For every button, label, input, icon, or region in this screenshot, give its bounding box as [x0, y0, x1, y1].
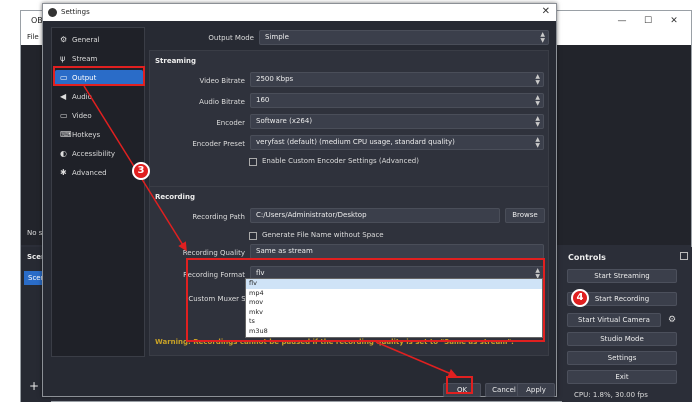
spin-arrows-icon[interactable]: ▲ ▼ — [535, 73, 540, 86]
sidebar-item-audio[interactable]: ◀ Audio — [55, 89, 143, 105]
step-3-marker: 3 — [132, 162, 150, 180]
audio-bitrate-select[interactable]: 160 ▲ ▼ — [250, 93, 544, 108]
streaming-section: Streaming Video Bitrate 2500 Kbps ▲ ▼ Aud… — [149, 50, 549, 190]
exit-button[interactable]: Exit — [567, 370, 677, 384]
encoder-label: Encoder — [216, 119, 245, 127]
encoder-select[interactable]: Software (x264) ▲ ▼ — [250, 114, 544, 129]
sidebar-item-video[interactable]: ▭ Video — [55, 108, 143, 124]
custom-encoder-checkbox[interactable] — [249, 158, 257, 166]
add-scene-button[interactable]: + — [29, 379, 39, 393]
encoder-preset-value: veryfast (default) (medium CPU usage, st… — [256, 138, 455, 146]
annotation-box-output — [53, 66, 145, 86]
video-bitrate-spinbox[interactable]: 2500 Kbps ▲ ▼ — [250, 72, 544, 87]
studio-mode-button[interactable]: Studio Mode — [567, 332, 677, 346]
controls-title: Controls — [568, 253, 606, 262]
sidebar-item-label: Stream — [72, 55, 98, 63]
browse-button[interactable]: Browse — [505, 208, 545, 223]
sidebar-item-stream[interactable]: ψ Stream — [55, 51, 143, 67]
updown-arrows-icon: ▲ ▼ — [535, 115, 540, 128]
recording-path-label: Recording Path — [192, 213, 245, 221]
controls-dock: Controls Start Streaming Start Recording… — [562, 247, 692, 402]
encoder-preset-select[interactable]: veryfast (default) (medium CPU usage, st… — [250, 135, 544, 150]
encoder-value: Software (x264) — [256, 117, 313, 125]
sidebar-item-general[interactable]: ⚙ General — [55, 32, 143, 48]
settings-button[interactable]: Settings — [567, 351, 677, 365]
updown-arrows-icon: ▲ ▼ — [540, 31, 545, 44]
recording-quality-value: Same as stream — [256, 247, 313, 255]
sidebar-item-label: General — [72, 36, 100, 44]
sidebar-item-label: Accessibility — [72, 150, 116, 158]
wrench-icon: ✱ — [60, 168, 67, 177]
annotation-box-recording-format — [186, 258, 545, 342]
start-virtual-camera-button[interactable]: Start Virtual Camera — [567, 313, 661, 327]
display-icon: ▭ — [60, 111, 68, 120]
output-mode-value: Simple — [265, 33, 289, 41]
sidebar-item-advanced[interactable]: ✱ Advanced — [55, 165, 143, 181]
apply-button[interactable]: Apply — [517, 383, 555, 397]
video-bitrate-value: 2500 Kbps — [256, 75, 294, 83]
recording-quality-label: Recording Quality — [182, 249, 245, 257]
recording-path-input[interactable]: C:/Users/Administrator/Desktop — [250, 208, 500, 223]
virtual-camera-gear-icon[interactable]: ⚙ — [665, 313, 679, 327]
sidebar-item-hotkeys[interactable]: ⌨ Hotkeys — [55, 127, 143, 143]
sidebar-item-label: Audio — [72, 93, 92, 101]
maximize-icon[interactable]: ☐ — [635, 14, 661, 28]
custom-encoder-label: Enable Custom Encoder Settings (Advanced… — [262, 157, 419, 165]
recording-quality-select[interactable]: Same as stream — [250, 244, 544, 259]
recording-section-title: Recording — [155, 193, 195, 201]
step-4-marker: 4 — [571, 289, 589, 307]
close-icon[interactable]: ✕ — [661, 14, 687, 28]
generate-name-label: Generate File Name without Space — [262, 231, 384, 239]
obs-logo-icon — [48, 8, 57, 17]
streaming-section-title: Streaming — [155, 57, 196, 65]
updown-arrows-icon: ▲ ▼ — [535, 136, 540, 149]
output-mode-select[interactable]: Simple ▲ ▼ — [259, 30, 549, 45]
encoder-preset-label: Encoder Preset — [192, 140, 245, 148]
video-bitrate-label: Video Bitrate — [199, 77, 245, 85]
accessibility-icon: ◐ — [60, 149, 67, 158]
audio-bitrate-label: Audio Bitrate — [199, 98, 245, 106]
gear-icon: ⚙ — [60, 35, 68, 44]
dialog-close-icon[interactable]: ✕ — [542, 6, 550, 17]
antenna-icon: ψ — [60, 54, 66, 63]
sidebar-item-label: Video — [72, 112, 92, 120]
sidebar-item-label: Advanced — [72, 169, 107, 177]
keyboard-icon: ⌨ — [60, 130, 72, 139]
dialog-titlebar: Settings ✕ — [43, 4, 556, 21]
menu-file[interactable]: File — [27, 33, 39, 41]
dialog-title: Settings — [61, 8, 90, 16]
annotation-box-ok — [446, 376, 473, 394]
output-mode-label: Output Mode — [208, 34, 254, 42]
speaker-icon: ◀ — [60, 92, 67, 101]
minimize-icon[interactable]: — — [609, 14, 635, 28]
start-streaming-button[interactable]: Start Streaming — [567, 269, 677, 283]
sidebar-item-accessibility[interactable]: ◐ Accessibility — [55, 146, 143, 162]
cpu-status: CPU: 1.8%, 30.00 fps — [574, 391, 648, 399]
undock-icon[interactable] — [680, 252, 688, 260]
sidebar-item-label: Hotkeys — [72, 131, 101, 139]
updown-arrows-icon: ▲ ▼ — [535, 94, 540, 107]
generate-name-checkbox[interactable] — [249, 232, 257, 240]
audio-bitrate-value: 160 — [256, 96, 270, 104]
